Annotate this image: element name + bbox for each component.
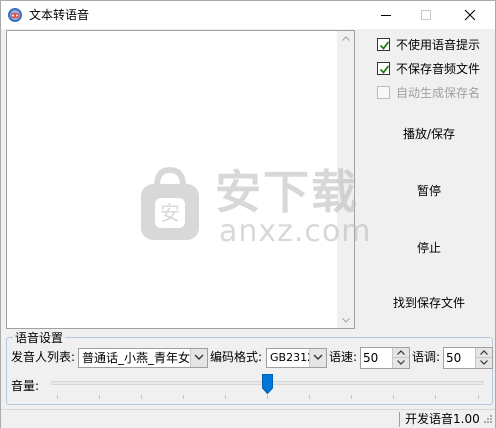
no-voice-prompt-label: 不使用语音提示 (396, 37, 481, 52)
slider-tick (224, 395, 226, 399)
chevron-down-icon (313, 354, 323, 360)
maximize-icon (421, 10, 431, 20)
auto-save-name-option: 自动生成保存名 (377, 83, 480, 101)
slider-tick (309, 395, 311, 399)
scroll-down-icon[interactable] (342, 318, 350, 323)
window-title: 文本转语音 (29, 8, 90, 22)
vertical-scrollbar[interactable] (337, 31, 354, 328)
slider-tick (393, 395, 395, 399)
encoding-select[interactable]: GB2312 (266, 348, 327, 368)
pitch-decrease-button[interactable] (475, 358, 492, 368)
checkmark-icon (379, 40, 390, 50)
chevron-up-icon (480, 350, 488, 355)
slider-tick (56, 395, 58, 399)
find-saved-file-button[interactable]: 找到保存文件 (373, 289, 485, 315)
text-input[interactable] (7, 31, 338, 328)
slider-tick (98, 395, 100, 399)
checkmark-icon (379, 64, 390, 74)
chevron-down-icon (397, 360, 405, 365)
encoding-label: 编码格式: (210, 350, 263, 364)
app-icon (7, 7, 23, 23)
speed-spinner[interactable] (360, 347, 410, 369)
speed-decrease-button[interactable] (392, 358, 409, 368)
chevron-up-icon (397, 350, 405, 355)
chevron-down-icon (194, 354, 204, 360)
title-bar[interactable]: 文本转语音 (1, 1, 495, 29)
auto-save-name-checkbox (377, 85, 390, 99)
close-button[interactable] (453, 1, 487, 29)
no-save-audio-option[interactable]: 不保存音频文件 (377, 59, 480, 77)
voice-settings-title: 语音设置 (13, 329, 66, 346)
slider-tick (182, 395, 184, 399)
chevron-down-icon (480, 360, 488, 365)
slider-tick (477, 395, 479, 399)
text-editor-frame (6, 30, 355, 329)
pitch-increase-button[interactable] (475, 348, 492, 358)
play-save-button[interactable]: 播放/保存 (373, 120, 485, 146)
pitch-label: 语调: (412, 350, 441, 364)
speaker-dropdown-button[interactable] (190, 349, 207, 367)
status-text: 开发语音1.00 (405, 412, 480, 426)
minimize-button[interactable] (369, 1, 403, 29)
volume-slider-thumb[interactable] (261, 374, 273, 394)
status-separator (399, 412, 400, 427)
no-save-audio-label: 不保存音频文件 (396, 61, 481, 76)
resize-grip-icon[interactable] (481, 414, 493, 426)
main-window: 文本转语音 安 安下载 anxz.com 不使用语音提示 不保存音频文件 自动生… (0, 0, 496, 428)
no-save-audio-checkbox[interactable] (377, 61, 390, 75)
speed-increase-button[interactable] (392, 348, 409, 358)
slider-tick (351, 395, 353, 399)
encoding-select-value: GB2312 (270, 351, 312, 364)
slider-tick (435, 395, 437, 399)
close-icon (464, 9, 476, 21)
no-voice-prompt-option[interactable]: 不使用语音提示 (377, 35, 480, 53)
no-voice-prompt-checkbox[interactable] (377, 37, 390, 51)
slider-tick (267, 395, 268, 399)
maximize-button[interactable] (409, 1, 443, 29)
speed-label: 语速: (329, 350, 358, 364)
pitch-input[interactable] (446, 350, 472, 366)
auto-save-name-label: 自动生成保存名 (396, 85, 481, 100)
slider-tick (140, 395, 142, 399)
speaker-select-value: 普通话_小燕_青年女 (82, 351, 191, 365)
pause-button[interactable]: 暂停 (373, 177, 485, 203)
scroll-up-icon[interactable] (342, 36, 350, 41)
speaker-select[interactable]: 普通话_小燕_青年女 (78, 348, 208, 368)
minimize-icon (381, 15, 391, 16)
encoding-dropdown-button[interactable] (309, 349, 326, 367)
volume-label: 音量: (11, 379, 40, 393)
status-bar: 开发语音1.00 (1, 409, 495, 428)
speed-input[interactable] (363, 350, 389, 366)
speaker-label: 发音人列表: (11, 350, 76, 364)
pitch-spinner[interactable] (443, 347, 493, 369)
stop-button[interactable]: 停止 (373, 234, 485, 260)
